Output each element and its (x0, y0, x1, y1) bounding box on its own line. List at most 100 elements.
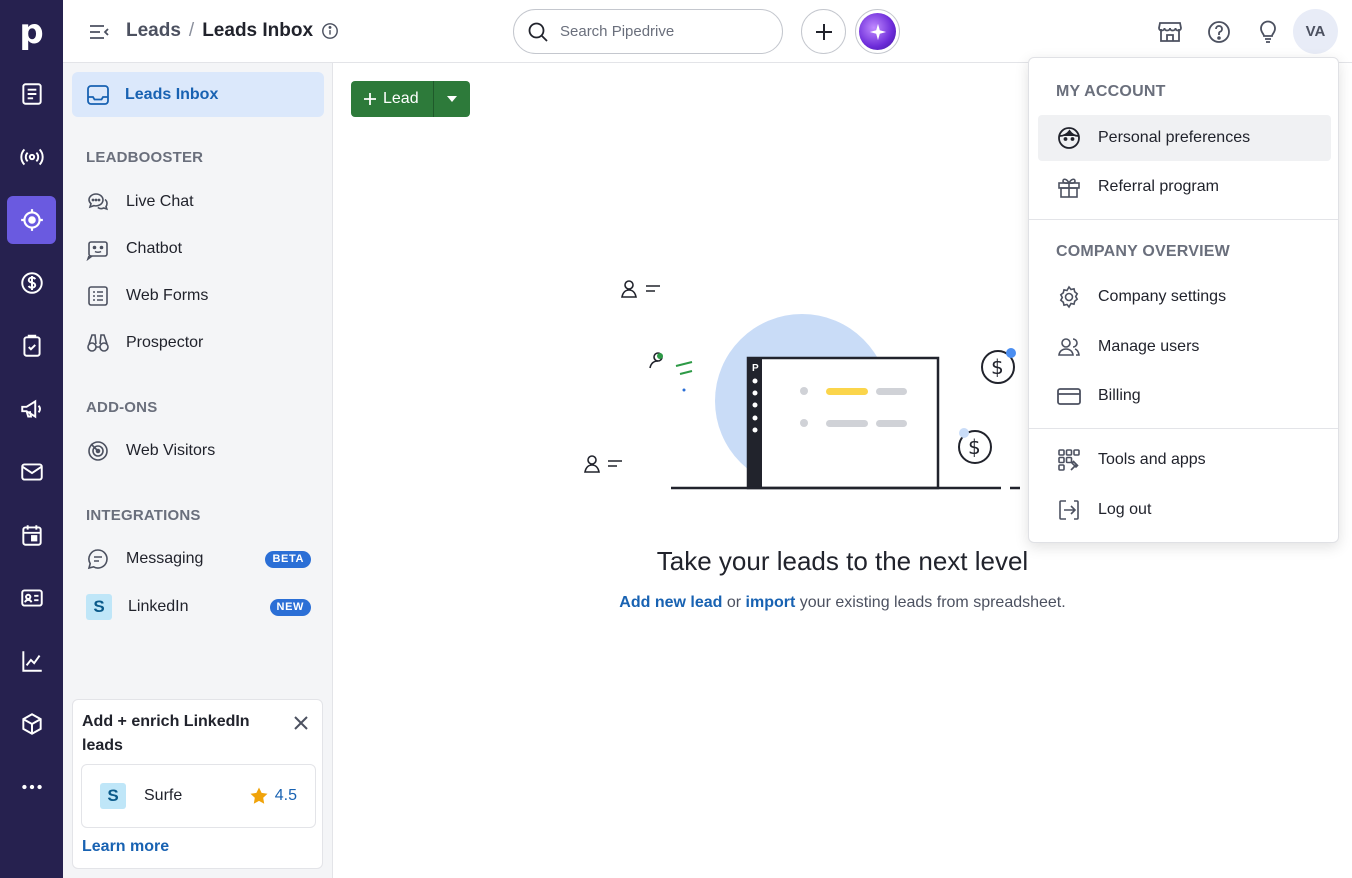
breadcrumb-leads[interactable]: Leads (126, 20, 181, 42)
log-out-icon (1059, 500, 1079, 520)
ai-assistant-button[interactable] (855, 9, 900, 54)
sidebar-item-label: Web Forms (126, 287, 209, 304)
menu-divider (1029, 428, 1338, 429)
learn-more-link[interactable]: Learn more (82, 838, 169, 856)
sidebar-item-label: LinkedIn (128, 598, 189, 615)
sidebar-item-leads-inbox[interactable]: Leads Inbox (72, 72, 324, 117)
help-icon[interactable] (1206, 19, 1232, 45)
svg-text:$: $ (968, 435, 981, 459)
app-rail: p (0, 0, 63, 878)
sparkle-icon (859, 13, 896, 50)
mail-icon[interactable] (7, 448, 56, 496)
dollar-icon[interactable] (7, 259, 56, 307)
gift-icon (1058, 178, 1080, 198)
megaphone-icon[interactable] (7, 385, 56, 433)
search-input[interactable] (560, 23, 760, 40)
add-lead-split-button: Lead (351, 81, 470, 117)
sidebar-item-web-visitors[interactable]: Web Visitors (86, 435, 311, 467)
linkedin-promo-card: Add + enrich LinkedIn leads S Surfe 4.5 … (72, 699, 323, 869)
svg-text:P: P (752, 363, 759, 374)
search-bar[interactable] (513, 9, 783, 54)
add-new-lead-link[interactable]: Add new lead (619, 594, 722, 611)
web-forms-icon (88, 286, 108, 306)
pipedrive-logo[interactable]: p (0, 0, 63, 63)
leads-sidebar: Leads Inbox LEADBOOSTER Live Chat Chatbo… (63, 63, 333, 878)
close-icon[interactable] (292, 714, 310, 732)
quick-add-button[interactable] (801, 9, 846, 54)
app-rating: 4.5 (249, 786, 297, 806)
app-name: Surfe (144, 787, 183, 804)
marketplace-icon[interactable] (1157, 19, 1183, 45)
calendar-icon[interactable] (7, 511, 56, 559)
face-icon (1058, 127, 1080, 149)
menu-item-company-settings[interactable]: Company settings (1038, 274, 1331, 320)
menu-item-label: Log out (1098, 501, 1152, 518)
empty-state-subline: Add new lead or import your existing lea… (333, 594, 1352, 612)
target-icon[interactable] (7, 196, 56, 244)
empty-state-headline: Take your leads to the next level (656, 546, 1029, 576)
import-link[interactable]: import (746, 594, 796, 611)
clipboard-icon[interactable] (7, 322, 56, 370)
more-icon[interactable] (7, 763, 56, 811)
menu-item-label: Personal preferences (1098, 129, 1251, 146)
users-icon (1058, 338, 1080, 356)
binoculars-icon (87, 334, 109, 352)
subline-rest: your existing leads from spreadsheet. (799, 594, 1066, 611)
menu-item-manage-users[interactable]: Manage users (1038, 324, 1331, 370)
sidebar-item-web-forms[interactable]: Web Forms (86, 280, 311, 312)
menu-item-label: Manage users (1098, 338, 1200, 355)
sidebar-item-label: Web Visitors (126, 442, 216, 459)
section-addons: ADD-ONS (86, 399, 158, 416)
contact-card-icon[interactable] (7, 574, 56, 622)
menu-item-tools-and-apps[interactable]: Tools and apps (1038, 437, 1331, 483)
notes-icon[interactable] (7, 70, 56, 118)
menu-item-referral-program[interactable]: Referral program (1038, 164, 1331, 210)
sidebar-item-prospector[interactable]: Prospector (86, 327, 311, 359)
menu-item-log-out[interactable]: Log out (1038, 487, 1331, 533)
sidebar-item-live-chat[interactable]: Live Chat (86, 186, 311, 218)
breadcrumb: Leads / Leads Inbox (126, 20, 339, 42)
menu-item-label: Tools and apps (1098, 451, 1206, 468)
sidebar-item-label: Leads Inbox (125, 85, 219, 103)
sidebar-item-label: Live Chat (126, 193, 194, 210)
plus-icon (364, 93, 376, 105)
section-leadbooster: LEADBOOSTER (86, 149, 204, 166)
sidebar-item-linkedin[interactable]: S LinkedIn NEW (86, 591, 311, 623)
sidebar-item-label: Prospector (126, 334, 204, 351)
promo-title: Add + enrich LinkedIn leads (82, 713, 250, 754)
chart-icon[interactable] (7, 637, 56, 685)
surfe-app-card[interactable]: S Surfe 4.5 (81, 764, 316, 828)
radio-signal-icon[interactable] (7, 133, 56, 181)
box-icon[interactable] (7, 700, 56, 748)
page-title: Leads Inbox (202, 20, 314, 41)
beta-badge: BETA (265, 551, 311, 568)
menu-item-personal-preferences[interactable]: Personal preferences (1038, 115, 1331, 161)
chevron-down-icon (447, 96, 457, 102)
menu-item-billing[interactable]: Billing (1038, 373, 1331, 419)
collapse-menu-icon[interactable] (87, 20, 111, 44)
inbox-icon (87, 84, 109, 105)
breadcrumb-separator: / (188, 20, 195, 41)
sidebar-item-label: Chatbot (126, 240, 183, 257)
credit-card-icon (1057, 388, 1081, 405)
empty-leads-illustration: P $ $ (584, 280, 1020, 490)
lightbulb-icon[interactable] (1255, 19, 1281, 45)
or-text: or (726, 594, 742, 611)
menu-divider (1029, 219, 1338, 220)
add-lead-button[interactable]: Lead (351, 81, 433, 117)
menu-item-label: Billing (1098, 387, 1141, 404)
gear-icon (1059, 285, 1079, 309)
sidebar-item-messaging[interactable]: Messaging BETA (86, 543, 311, 575)
avatar[interactable]: VA (1293, 9, 1338, 54)
top-bar: Leads / Leads Inbox VA (63, 0, 1352, 63)
tools-grid-icon (1058, 449, 1080, 471)
sidebar-item-chatbot[interactable]: Chatbot (86, 233, 311, 265)
svg-text:$: $ (991, 355, 1004, 379)
star-icon (250, 787, 268, 804)
surfe-logo-icon: S (86, 594, 112, 620)
add-lead-options-button[interactable] (433, 81, 470, 117)
section-integrations: INTEGRATIONS (86, 507, 201, 524)
sidebar-item-label: Messaging (126, 550, 204, 567)
info-icon[interactable] (321, 22, 339, 40)
search-icon (528, 22, 548, 42)
